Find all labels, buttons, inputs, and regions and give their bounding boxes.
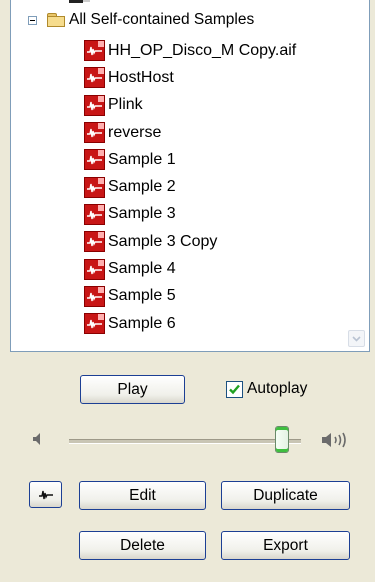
sound-file-icon — [84, 313, 105, 335]
volume-slider-track[interactable] — [69, 439, 301, 444]
tree-item-label: HH_OP_Disco_M Copy.aif — [108, 41, 297, 59]
sound-file-icon — [84, 94, 105, 116]
checkmark-icon — [229, 384, 240, 394]
sound-file-icon — [84, 258, 105, 280]
tree-item-label: HostHost — [108, 68, 174, 86]
speaker-high-icon — [320, 430, 350, 455]
sound-file-icon — [84, 285, 105, 307]
export-button[interactable]: Export — [221, 531, 350, 560]
volume-slider-thumb[interactable] — [275, 426, 290, 453]
speaker-low-icon — [30, 430, 44, 453]
sound-file-icon — [84, 176, 105, 198]
sample-list: HH_OP_Disco_M Copy.aif HostHost Plink rever… — [84, 37, 296, 337]
tree-item[interactable]: reverse — [84, 119, 296, 146]
sound-file-icon — [84, 122, 105, 144]
tree-item[interactable]: Sample 6 — [84, 310, 296, 337]
sound-file-icon — [84, 67, 105, 89]
tree-item[interactable]: HostHost — [84, 64, 296, 91]
autoplay-check-box[interactable] — [226, 380, 243, 398]
tree-root-folder[interactable]: All Self-contained Samples — [28, 9, 254, 31]
sound-file-icon — [84, 40, 105, 62]
tree-item-label: Sample 1 — [108, 150, 176, 168]
autoplay-label: Autoplay — [247, 380, 308, 397]
tree-item-label: Sample 3 Copy — [108, 232, 218, 250]
sound-file-icon — [84, 203, 105, 225]
tree-item-label: Sample 2 — [108, 178, 176, 196]
tree-root-label: All Self-contained Samples — [69, 11, 255, 28]
folder-icon — [46, 12, 66, 28]
sample-tree[interactable]: All Self-contained Samples HH_OP_Disco_M… — [10, 0, 370, 352]
tree-item-label: Sample 6 — [108, 314, 176, 332]
waveform-icon — [38, 490, 53, 499]
tree-item-label: Plink — [108, 96, 143, 114]
tree-item[interactable]: Sample 4 — [84, 255, 296, 282]
sound-file-icon — [84, 149, 105, 171]
play-button[interactable]: Play — [80, 375, 185, 404]
waveform-button[interactable] — [29, 481, 62, 508]
tree-item[interactable]: Sample 3 — [84, 201, 296, 228]
tree-item[interactable]: Sample 5 — [84, 283, 296, 310]
autoplay-checkbox[interactable]: Autoplay — [226, 378, 307, 400]
partial-item-icon — [69, 0, 91, 4]
scroll-down-button[interactable] — [348, 330, 365, 347]
tree-item[interactable]: Sample 1 — [84, 146, 296, 173]
tree-item[interactable]: Sample 2 — [84, 173, 296, 200]
tree-item-label: reverse — [108, 123, 162, 141]
tree-item[interactable]: HH_OP_Disco_M Copy.aif — [84, 37, 296, 64]
duplicate-button[interactable]: Duplicate — [221, 481, 350, 510]
tree-item-label: Sample 5 — [108, 287, 176, 305]
collapse-toggle[interactable] — [28, 15, 37, 25]
tree-item[interactable]: Plink — [84, 92, 296, 119]
sound-file-icon — [84, 231, 105, 253]
chevron-down-icon — [352, 335, 361, 342]
tree-item-label: Sample 3 — [108, 205, 176, 223]
delete-button[interactable]: Delete — [79, 531, 206, 560]
tree-item-label: Sample 4 — [108, 260, 176, 278]
edit-button[interactable]: Edit — [79, 481, 206, 510]
tree-item[interactable]: Sample 3 Copy — [84, 228, 296, 255]
